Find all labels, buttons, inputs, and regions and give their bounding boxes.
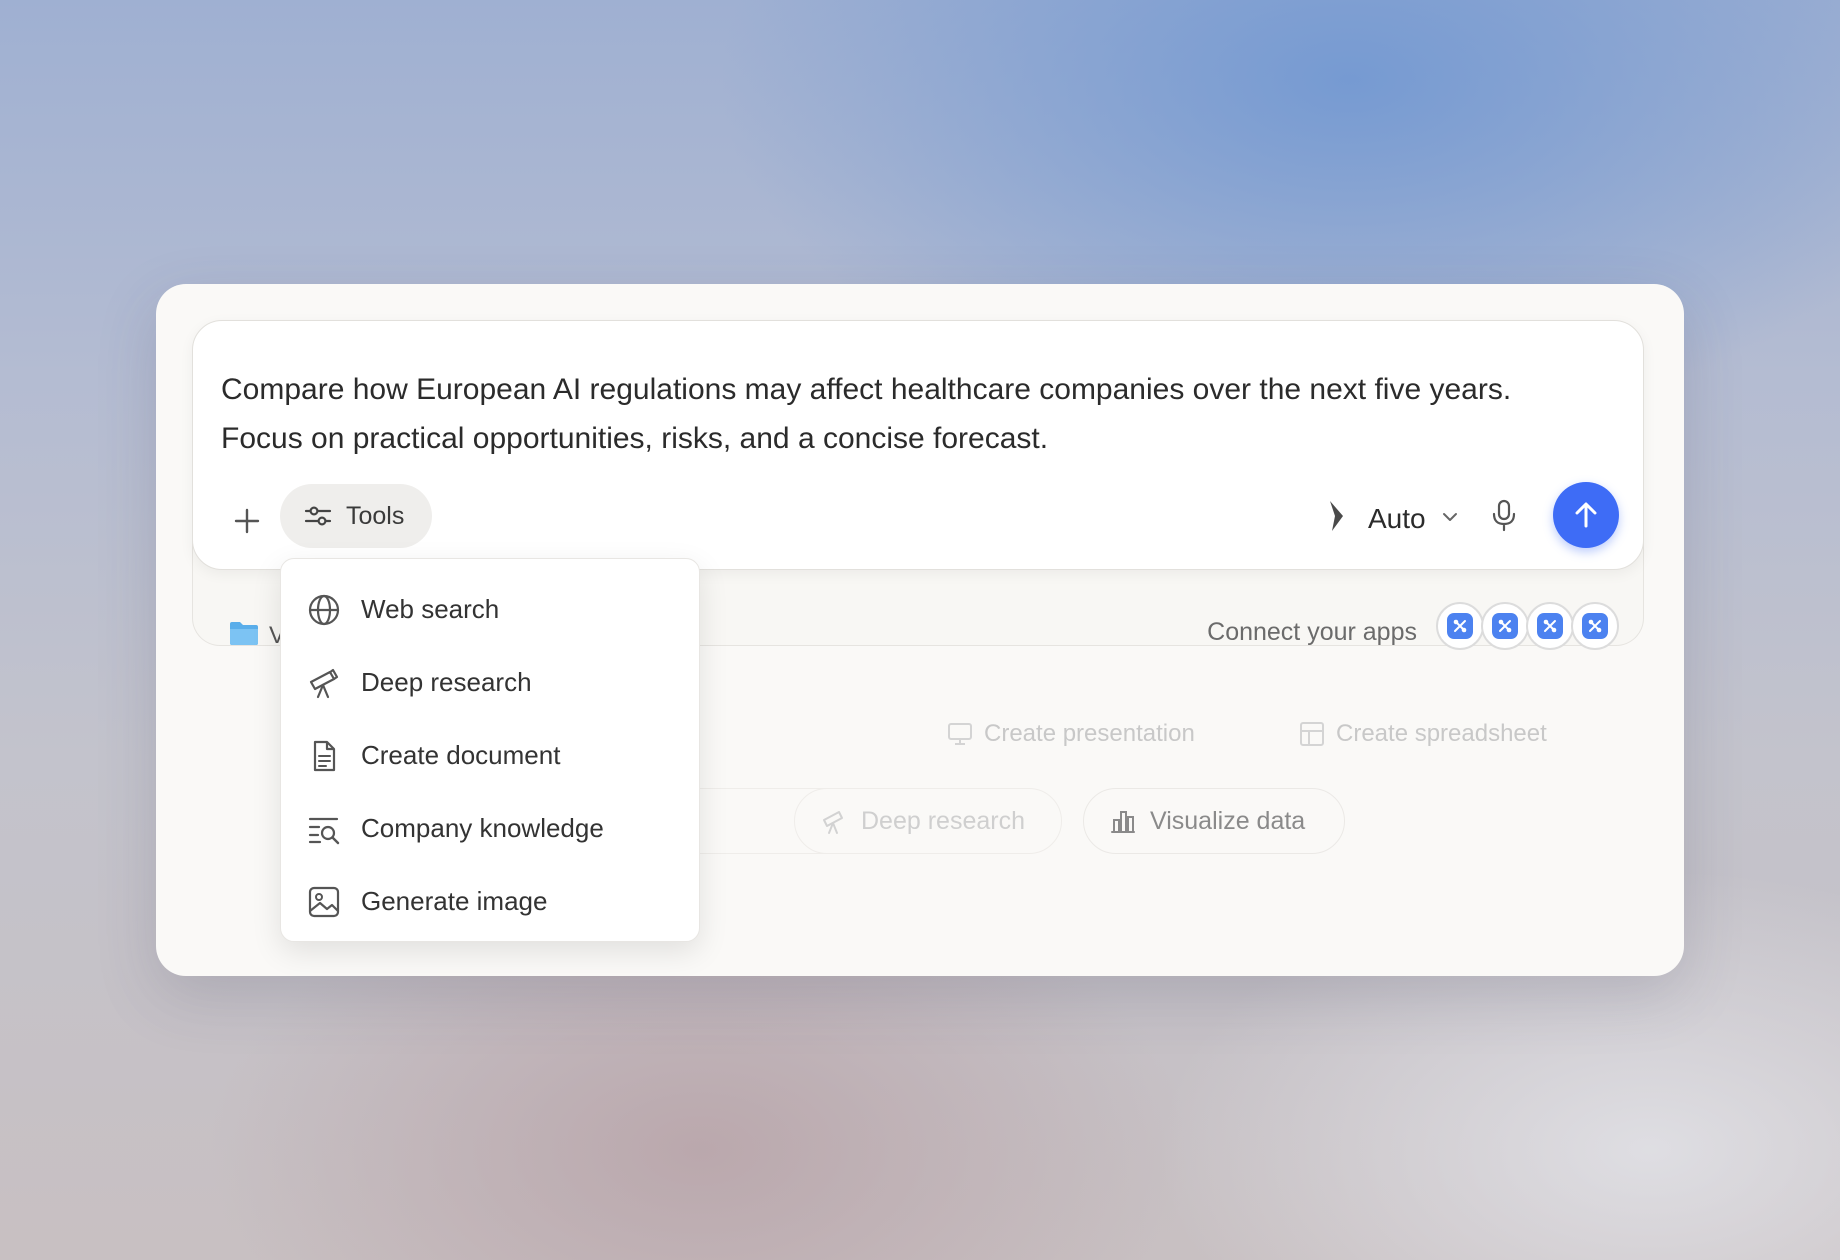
arrow-up-icon: [1575, 502, 1597, 528]
create-presentation-label: Create presentation: [984, 720, 1195, 747]
model-selector[interactable]: Auto: [1368, 503, 1426, 535]
app-badge[interactable]: [1481, 602, 1529, 650]
microphone-icon[interactable]: [1491, 499, 1517, 533]
send-button[interactable]: [1553, 482, 1619, 548]
menu-item-label: Web search: [361, 594, 500, 624]
menu-item-label: Create document: [361, 740, 561, 770]
menu-item-generate-image[interactable]: Generate image: [281, 865, 699, 938]
plus-icon: [234, 508, 260, 534]
menu-item-label: Company knowledge: [361, 813, 604, 843]
create-spreadsheet-label: Create spreadsheet: [1336, 720, 1547, 747]
app-badge[interactable]: [1436, 602, 1484, 650]
create-presentation-action[interactable]: Create presentation: [946, 720, 1195, 748]
app-icon: [1537, 613, 1563, 639]
menu-item-label: Generate image: [361, 886, 548, 916]
visualize-data-chip-label: Visualize data: [1150, 806, 1306, 835]
app-badge[interactable]: [1571, 602, 1619, 650]
deep-research-chip[interactable]: Deep research: [794, 788, 1062, 854]
model-logo-icon: [1330, 501, 1343, 531]
app-icon: [1582, 613, 1608, 639]
folder-icon[interactable]: [229, 620, 259, 646]
app-icon: [1447, 613, 1473, 639]
menu-item-create-document[interactable]: Create document: [281, 719, 699, 792]
prompt-input[interactable]: Compare how European AI regulations may …: [221, 365, 1581, 463]
spreadsheet-icon: [1300, 722, 1324, 746]
app-badge[interactable]: [1526, 602, 1574, 650]
prompt-composer[interactable]: Compare how European AI regulations may …: [192, 320, 1644, 570]
app-icon: [1492, 613, 1518, 639]
create-spreadsheet-action[interactable]: Create spreadsheet: [1298, 720, 1547, 748]
presentation-icon: [948, 723, 972, 745]
telescope-icon: [309, 668, 339, 698]
image-icon: [308, 886, 340, 917]
connect-apps-label[interactable]: Connect your apps: [1207, 618, 1417, 647]
document-icon: [313, 740, 336, 771]
menu-item-company-knowledge[interactable]: Company knowledge: [281, 792, 699, 865]
connected-apps[interactable]: [1436, 602, 1619, 650]
knowledge-search-icon: [308, 817, 340, 844]
tools-button[interactable]: Tools: [280, 484, 432, 548]
tools-menu: Web search Deep research Create document: [280, 558, 700, 942]
menu-item-web-search[interactable]: Web search: [281, 573, 699, 646]
tools-label: Tools: [346, 501, 405, 530]
visualize-data-chip[interactable]: Visualize data: [1083, 788, 1345, 854]
telescope-icon: [823, 811, 843, 834]
chevron-down-icon[interactable]: [1441, 511, 1459, 523]
menu-item-label: Deep research: [361, 667, 532, 697]
globe-icon: [308, 594, 340, 625]
deep-research-chip-label: Deep research: [861, 806, 1025, 835]
chat-card: V Connect your apps Create presentation …: [156, 284, 1684, 976]
menu-item-deep-research[interactable]: Deep research: [281, 646, 699, 719]
add-attachment-button[interactable]: [227, 501, 267, 541]
sliders-icon: [304, 506, 332, 526]
bar-chart-icon: [1111, 811, 1135, 833]
